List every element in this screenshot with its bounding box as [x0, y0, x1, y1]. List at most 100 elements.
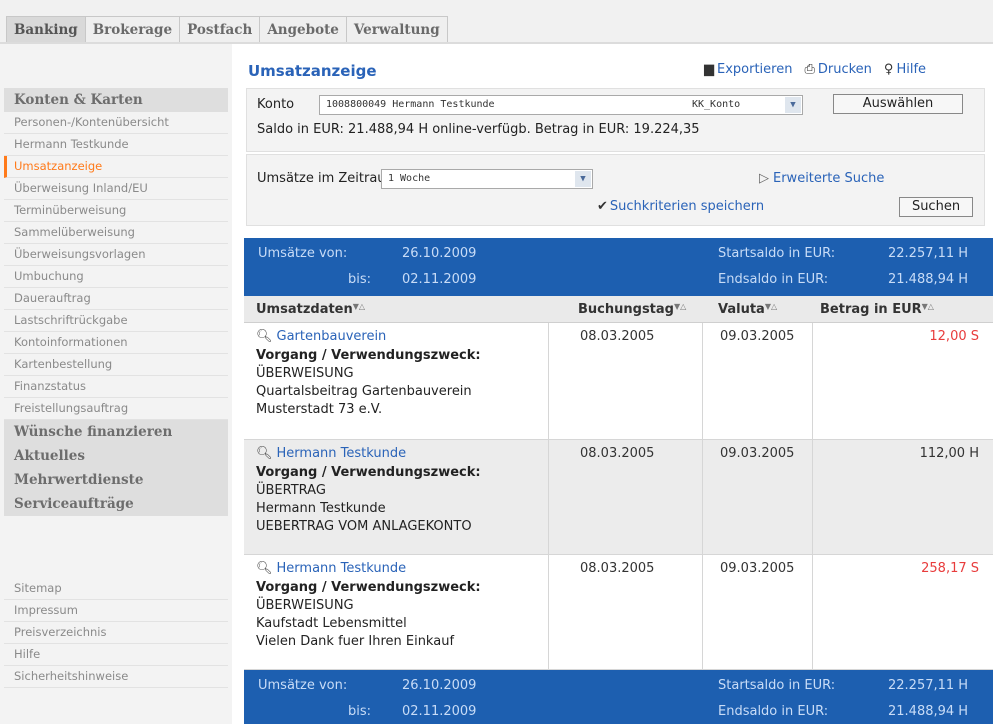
- vorgang-label: Vorgang / Verwendungszweck:: [256, 465, 481, 480]
- printer-icon: ⎙: [804, 62, 815, 77]
- tab-verwaltung[interactable]: Verwaltung: [346, 17, 447, 44]
- table-row: 🔍︎ Gartenbauverein Vorgang / Verwendungsz…: [244, 323, 993, 440]
- extended-search-label: Erweiterte Suche: [773, 171, 885, 186]
- sidebar-item-kartenbestellung[interactable]: Kartenbestellung: [4, 354, 228, 376]
- tab-strip: Banking Brokerage Postfach Angebote Verw…: [6, 16, 448, 44]
- tab-angebote[interactable]: Angebote: [260, 17, 347, 44]
- range-to-label: bis:: [348, 704, 372, 719]
- range-summary-bottom: Umsätze von: 26.10.2009 bis: 02.11.2009 …: [244, 670, 993, 724]
- sidebar-link-impressum[interactable]: Impressum: [4, 600, 228, 622]
- print-link[interactable]: ⎙ Drucken: [804, 62, 871, 77]
- sidebar-item-kontoinformationen[interactable]: Kontoinformationen: [4, 332, 228, 354]
- extended-search-link[interactable]: ▷ Erweiterte Suche: [759, 171, 884, 186]
- col-valuta[interactable]: Valuta▼△: [718, 302, 777, 317]
- sort-icon[interactable]: ▼△: [353, 302, 365, 311]
- sidebar-link-preisverzeichnis[interactable]: Preisverzeichnis: [4, 622, 228, 644]
- payee-link[interactable]: 🔍︎ Gartenbauverein: [256, 329, 386, 344]
- payee-link[interactable]: 🔍︎ Hermann Testkunde: [256, 561, 406, 576]
- amount: 258,17 S: [921, 561, 979, 576]
- main-content: Umsatzanzeige ▆ Exportieren ⎙ Drucken ♀ Hil…: [244, 44, 993, 724]
- select-account-button[interactable]: Auswählen: [833, 94, 963, 114]
- sidebar-item-finanzstatus[interactable]: Finanzstatus: [4, 376, 228, 398]
- sidebar-section-finanzieren[interactable]: Wünsche finanzieren: [4, 420, 228, 444]
- booking-date: 08.03.2005: [580, 329, 655, 344]
- booking-date: 08.03.2005: [580, 446, 655, 461]
- transaction-description: Vorgang / Verwendungszweck: ÜBERWEISUNG …: [256, 579, 481, 651]
- account-select[interactable]: 1008800049 Hermann Testkunde KK_Konto ▼: [319, 95, 803, 115]
- description-line: Kaufstadt Lebensmittel: [256, 616, 407, 631]
- description-line: ÜBERTRAG: [256, 483, 326, 498]
- magnifier-icon: 🔍︎: [256, 329, 273, 344]
- sidebar-item-umsatzanzeige[interactable]: Umsatzanzeige: [4, 156, 228, 178]
- sidebar-section-serviceauftraege[interactable]: Serviceaufträge: [4, 492, 228, 516]
- sidebar-item-terminueberweisung[interactable]: Terminüberweisung: [4, 200, 228, 222]
- account-select-type: KK_Konto: [692, 99, 741, 110]
- sidebar-item-freistellungsauftrag[interactable]: Freistellungsauftrag: [4, 398, 228, 420]
- col-betrag-label: Betrag in EUR: [820, 302, 922, 317]
- transaction-description: Vorgang / Verwendungszweck: ÜBERWEISUNG …: [256, 347, 481, 419]
- sidebar-link-sicherheitshinweise[interactable]: Sicherheitshinweise: [4, 666, 228, 688]
- sidebar-link-sitemap[interactable]: Sitemap: [4, 578, 228, 600]
- col-betrag[interactable]: Betrag in EUR▼△: [820, 302, 934, 317]
- sidebar-item-ueberweisungsvorlagen[interactable]: Überweisungsvorlagen: [4, 244, 228, 266]
- transaction-description: Vorgang / Verwendungszweck: ÜBERTRAG Her…: [256, 464, 481, 536]
- sidebar-item-hermann-testkunde[interactable]: Hermann Testkunde: [4, 134, 228, 156]
- value-date: 09.03.2005: [720, 329, 795, 344]
- chevron-down-icon[interactable]: ▼: [785, 97, 801, 113]
- sidebar-item-kontenuebersicht[interactable]: Personen-/Kontenübersicht: [4, 112, 228, 134]
- sidebar-section-aktuelles[interactable]: Aktuelles: [4, 444, 228, 468]
- col-buchungstag[interactable]: Buchungstag▼△: [578, 302, 686, 317]
- sort-icon[interactable]: ▼△: [765, 302, 777, 311]
- chevron-down-icon[interactable]: ▼: [575, 171, 591, 187]
- range-summary-top: Umsätze von: 26.10.2009 bis: 02.11.2009 …: [244, 238, 993, 296]
- value-date: 09.03.2005: [720, 446, 795, 461]
- tab-brokerage[interactable]: Brokerage: [85, 17, 181, 44]
- amount: 12,00 S: [929, 329, 979, 344]
- vorgang-label: Vorgang / Verwendungszweck:: [256, 348, 481, 363]
- sidebar-item-lastschriftrueckgabe[interactable]: Lastschriftrückgabe: [4, 310, 228, 332]
- sort-icon[interactable]: ▼△: [674, 302, 686, 311]
- col-umsatzdaten[interactable]: Umsatzdaten▼△: [256, 302, 365, 317]
- tab-banking[interactable]: Banking: [7, 17, 86, 44]
- period-select[interactable]: 1 Woche ▼: [381, 169, 593, 189]
- col-buchungstag-label: Buchungstag: [578, 302, 674, 317]
- account-label: Konto: [257, 97, 295, 112]
- range-from-label: Umsätze von:: [258, 678, 348, 693]
- checkmark-icon: ✔: [597, 199, 608, 214]
- tab-postfach[interactable]: Postfach: [180, 17, 261, 44]
- value-date: 09.03.2005: [720, 561, 795, 576]
- save-criteria-label: Suchkriterien speichern: [609, 199, 765, 214]
- sidebar-item-ueberweisung[interactable]: Überweisung Inland/EU: [4, 178, 228, 200]
- sidebar-section-konten[interactable]: Konten & Karten: [4, 88, 228, 112]
- end-balance-value: 21.488,94 H: [888, 704, 969, 719]
- transactions-table-header: Umsatzdaten▼△ Buchungstag▼△ Valuta▼△ Bet…: [244, 296, 993, 323]
- export-link[interactable]: ▆ Exportieren: [704, 62, 792, 77]
- save-criteria-link[interactable]: ✔ Suchkriterien speichern: [597, 199, 764, 214]
- vorgang-label: Vorgang / Verwendungszweck:: [256, 580, 481, 595]
- sidebar-item-umbuchung[interactable]: Umbuchung: [4, 266, 228, 288]
- description-line: UEBERTRAG VOM ANLAGEKONTO: [256, 519, 472, 534]
- account-select-value: 1008800049 Hermann Testkunde: [326, 99, 495, 110]
- sort-icon[interactable]: ▼△: [922, 302, 934, 311]
- sidebar-item-sammelueberweisung[interactable]: Sammelüberweisung: [4, 222, 228, 244]
- help-link[interactable]: ♀ Hilfe: [884, 62, 926, 77]
- end-balance-value: 21.488,94 H: [888, 272, 969, 287]
- start-balance-label: Startsaldo in EUR:: [718, 246, 836, 261]
- search-button[interactable]: Suchen: [899, 197, 973, 217]
- print-label: Drucken: [817, 62, 872, 77]
- range-to-label: bis:: [348, 272, 372, 287]
- range-to-date: 02.11.2009: [402, 272, 477, 287]
- sidebar-item-dauerauftrag[interactable]: Dauerauftrag: [4, 288, 228, 310]
- triangle-right-icon: ▷: [759, 171, 769, 186]
- sidebar-link-hilfe[interactable]: Hilfe: [4, 644, 228, 666]
- page-toolbar: ▆ Exportieren ⎙ Drucken ♀ Hilfe: [704, 62, 926, 77]
- description-line: Musterstadt 73 e.V.: [256, 402, 383, 417]
- range-from-date: 26.10.2009: [402, 678, 477, 693]
- end-balance-label: Endsaldo in EUR:: [718, 272, 829, 287]
- description-line: Vielen Dank fuer Ihren Einkauf: [256, 634, 455, 649]
- sidebar-section-mehrwertdienste[interactable]: Mehrwertdienste: [4, 468, 228, 492]
- magnifier-icon: 🔍︎: [256, 446, 273, 461]
- payee-link[interactable]: 🔍︎ Hermann Testkunde: [256, 446, 406, 461]
- start-balance-value: 22.257,11 H: [888, 246, 969, 261]
- start-balance-label: Startsaldo in EUR:: [718, 678, 836, 693]
